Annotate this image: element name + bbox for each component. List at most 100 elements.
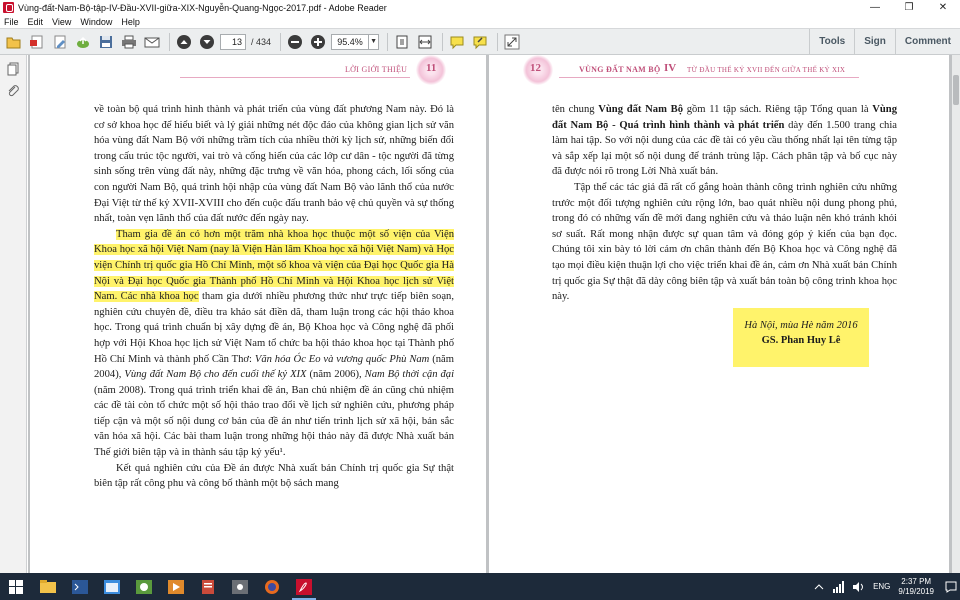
sticky-note-icon[interactable] (447, 32, 467, 52)
paragraph: Tập thể các tác giả đã rất cố gắng hoàn … (552, 181, 897, 303)
document-view[interactable]: LỜI GIỚI THIỆU 11 về toàn bộ quá trình h… (28, 55, 960, 573)
create-pdf-icon[interactable] (27, 32, 47, 52)
running-header-subtitle: TỪ ĐẦU THẾ KỶ XVII ĐẾN GIỮA THẾ KỶ XIX (687, 66, 846, 74)
signature-author: GS. Phan Huy Lê (761, 335, 841, 346)
window-app-icon[interactable] (96, 573, 128, 600)
edit-pdf-icon[interactable] (50, 32, 70, 52)
paragraph-text: (năm 2006), (306, 369, 365, 381)
header-rule (559, 77, 859, 78)
page-text: về toàn bộ quá trình hình thành và phát … (94, 102, 454, 492)
clock[interactable]: 2:37 PM 9/19/2019 (898, 577, 934, 597)
paragraph: Kết quả nghiên cứu của Đề án được Nhà xu… (94, 462, 454, 490)
close-button[interactable]: ✕ (926, 0, 960, 15)
zoom-level-field[interactable]: 95.4% (331, 33, 370, 50)
toolbar-right-panel: Tools Sign Comment (809, 29, 960, 54)
restore-button[interactable]: ❐ (892, 0, 926, 15)
page-thumbnails-icon[interactable] (5, 61, 21, 77)
print-icon[interactable] (119, 32, 139, 52)
page-header: LỜI GIỚI THIỆU 11 (30, 55, 486, 87)
clock-date: 9/19/2019 (898, 586, 934, 596)
clock-time: 2:37 PM (901, 576, 932, 586)
comment-button[interactable]: Comment (896, 29, 960, 54)
page-text: tên chung Vùng đất Nam Bộ gồm 11 tập sác… (552, 102, 897, 305)
vertical-scrollbar[interactable] (952, 55, 960, 573)
windows-taskbar: ENG 2:37 PM 9/19/2019 (0, 573, 960, 600)
italic-title: Nam Bộ thời cận đại (364, 369, 455, 381)
expand-icon[interactable] (502, 32, 522, 52)
page-number-input[interactable] (220, 33, 246, 50)
email-icon[interactable] (142, 32, 162, 52)
paragraph: về toàn bộ quá trình hình thành và phát … (94, 104, 454, 225)
page-header: 12 VÙNG ĐẤT NAM BỘ IV TỪ ĐẦU THẾ KỶ XVII… (489, 55, 949, 87)
system-tray: ENG 2:37 PM 9/19/2019 (809, 573, 960, 600)
toolbar-separator (387, 32, 389, 51)
menu-file[interactable]: File (4, 17, 19, 27)
italic-title: Văn hóa Óc Eo và vương quốc Phù Nam (254, 353, 430, 365)
running-header: LỜI GIỚI THIỆU (345, 65, 408, 74)
attachments-icon[interactable] (5, 83, 21, 99)
paragraph-text: (năm 2008). Trong quá trình triển khai đ… (94, 384, 454, 459)
highlight-text-icon[interactable] (470, 32, 490, 52)
network-icon[interactable] (832, 580, 846, 594)
firefox-icon[interactable] (256, 573, 288, 600)
italic-title: Vùng đất Nam Bộ cho đến cuối thế kỷ XIX (124, 369, 307, 381)
toolbar-separator (497, 32, 499, 51)
next-page-icon[interactable] (197, 32, 217, 52)
scrollbar-thumb[interactable] (953, 75, 959, 105)
paragraph: tên chung Vùng đất Nam Bộ gồm 11 tập sác… (552, 102, 897, 180)
adobe-reader-window: Vùng-đất-Nam-Bộ-tập-IV-Đầu-XVII-giữa-XIX… (0, 0, 960, 600)
pdf-page-11: LỜI GIỚI THIỆU 11 về toàn bộ quá trình h… (30, 55, 486, 573)
input-language[interactable]: ENG (873, 582, 890, 591)
menu-bar: File Edit View Window Help (0, 15, 960, 28)
window-title: Vùng-đất-Nam-Bộ-tập-IV-Đầu-XVII-giữa-XIX… (18, 2, 387, 13)
fit-page-icon[interactable] (392, 32, 412, 52)
page-number: 11 (426, 62, 437, 74)
toolbar: / 434 95.4% ▼ Tools Si (0, 28, 960, 55)
header-rule (180, 77, 410, 78)
utility-app-icon[interactable] (128, 573, 160, 600)
paragraph-text: tên chung (552, 104, 599, 115)
zoom-in-icon[interactable] (308, 32, 328, 52)
media-app-icon[interactable] (160, 573, 192, 600)
menu-window[interactable]: Window (80, 17, 112, 27)
page-number: 12 (530, 62, 541, 74)
toolbar-separator (442, 32, 444, 51)
previous-page-icon[interactable] (174, 32, 194, 52)
terminal-icon[interactable] (64, 573, 96, 600)
settings-app-icon[interactable] (224, 573, 256, 600)
paragraph: Tham gia đề án có hơn một trăm nhà khoa … (94, 227, 454, 461)
open-file-icon[interactable] (4, 32, 24, 52)
chevron-up-icon[interactable] (812, 580, 826, 594)
toolbar-separator (280, 32, 282, 51)
pdf-page-12: 12 VÙNG ĐẤT NAM BỘ IV TỪ ĐẦU THẾ KỶ XVII… (489, 55, 949, 573)
window-controls: — ❐ ✕ (858, 0, 960, 15)
chevron-down-icon[interactable]: ▼ (369, 33, 380, 50)
tools-button[interactable]: Tools (810, 29, 854, 54)
page-total: / 434 (251, 36, 272, 47)
fit-width-icon[interactable] (415, 32, 435, 52)
notification-icon[interactable] (942, 573, 960, 600)
volume-number: IV (664, 62, 677, 74)
toolbar-separator (169, 32, 170, 51)
running-header-title: VÙNG ĐẤT NAM BỘ (579, 65, 661, 74)
adobe-reader-taskbar-icon[interactable] (288, 573, 320, 600)
zoom-out-icon[interactable] (285, 32, 305, 52)
save-icon[interactable] (96, 32, 116, 52)
sign-button[interactable]: Sign (855, 29, 895, 54)
navigation-panel (0, 55, 27, 573)
signature-block: Hà Nội, mùa Hè năm 2016 GS. Phan Huy Lê (733, 308, 869, 367)
title-bar: Vùng-đất-Nam-Bộ-tập-IV-Đầu-XVII-giữa-XIX… (0, 0, 960, 15)
menu-help[interactable]: Help (121, 17, 140, 27)
windows-start-icon[interactable] (0, 573, 32, 600)
volume-icon[interactable] (852, 580, 866, 594)
paragraph-text: gồm 11 tập sách. Riêng tập Tổng quan là (683, 104, 873, 115)
document-app-icon[interactable] (192, 573, 224, 600)
upload-cloud-icon[interactable] (73, 32, 93, 52)
menu-edit[interactable]: Edit (28, 17, 44, 27)
minimize-button[interactable]: — (858, 0, 892, 15)
signature-place-date: Hà Nội, mùa Hè năm 2016 (744, 320, 858, 331)
adobe-reader-icon (3, 2, 14, 13)
menu-view[interactable]: View (52, 17, 71, 27)
file-explorer-icon[interactable] (32, 573, 64, 600)
bold-title: Vùng đất Nam Bộ (598, 104, 683, 115)
